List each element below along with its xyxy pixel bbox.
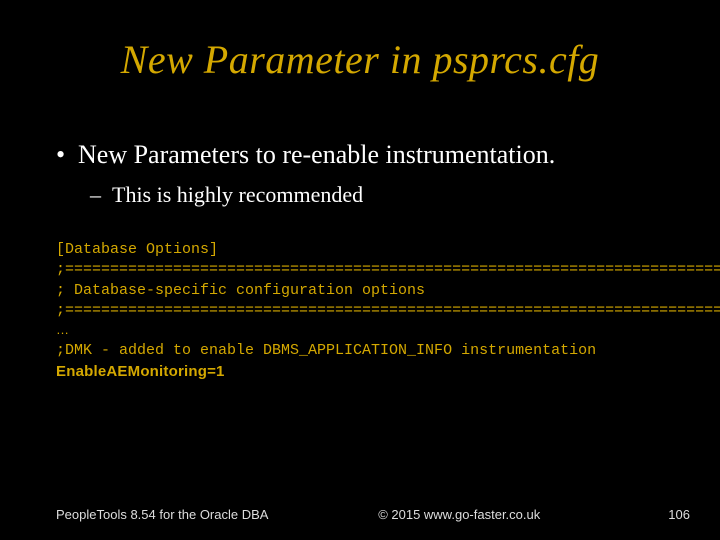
- code-line: …: [56, 322, 69, 337]
- code-line: [Database Options]: [56, 241, 218, 258]
- slide-footer: PeopleTools 8.54 for the Oracle DBA © 20…: [56, 507, 690, 522]
- bullet-level-2-text: This is highly recommended: [112, 182, 363, 208]
- bullet-level-1: • New Parameters to re-enable instrument…: [56, 140, 680, 170]
- slide-body: • New Parameters to re-enable instrument…: [56, 140, 680, 208]
- bullet-dot-icon: •: [56, 140, 78, 170]
- footer-center: © 2015 www.go-faster.co.uk: [268, 507, 650, 522]
- bullet-level-1-text: New Parameters to re-enable instrumentat…: [78, 140, 555, 170]
- bullet-dash-icon: –: [90, 182, 112, 208]
- code-block: [Database Options] ;====================…: [56, 240, 680, 383]
- footer-page-number: 106: [650, 507, 690, 522]
- code-line: ;=======================================…: [56, 261, 720, 278]
- footer-left: PeopleTools 8.54 for the Oracle DBA: [56, 507, 268, 522]
- code-line: ;DMK - added to enable DBMS_APPLICATION_…: [56, 342, 596, 359]
- slide-title: New Parameter in psprcs.cfg: [0, 36, 720, 83]
- slide: New Parameter in psprcs.cfg • New Parame…: [0, 0, 720, 540]
- code-line: ; Database-specific configuration option…: [56, 282, 425, 299]
- code-line: ;=======================================…: [56, 302, 720, 319]
- code-line-emphasis: EnableAEMonitoring=1: [56, 363, 225, 380]
- bullet-level-2: – This is highly recommended: [90, 182, 680, 208]
